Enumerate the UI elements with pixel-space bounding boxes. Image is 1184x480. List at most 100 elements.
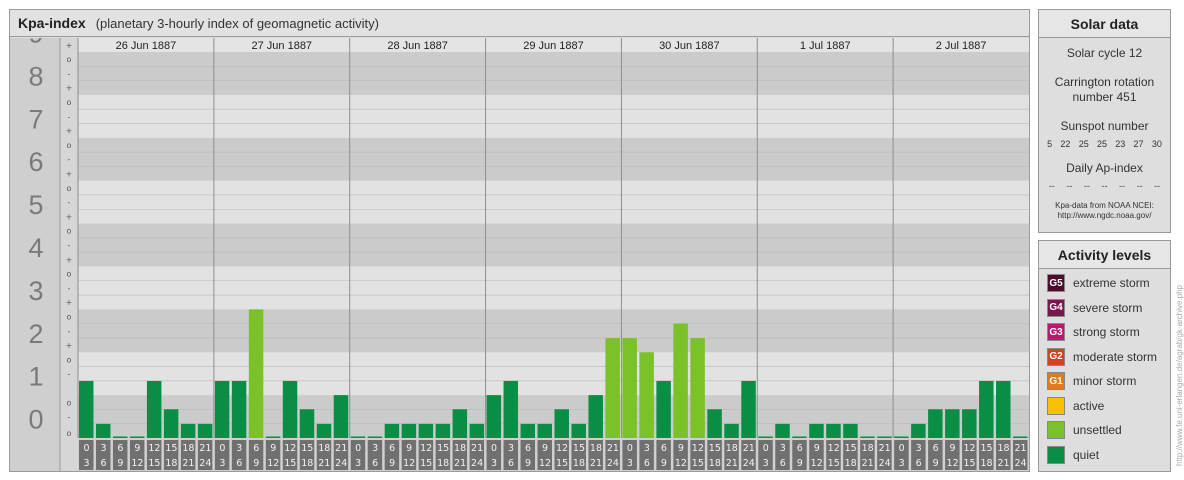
kp-bar: [605, 338, 620, 438]
kp-bar: [673, 323, 688, 438]
hour-tick-label: 3: [899, 458, 905, 469]
kp-bar: [350, 436, 366, 438]
thirds-tick-label: +: [66, 255, 73, 264]
hour-tick-label: 24: [471, 458, 483, 469]
thirds-tick-label: -: [68, 112, 71, 121]
hour-tick-label: 15: [437, 443, 449, 454]
kp-bar: [486, 395, 502, 438]
kp-bar: [367, 436, 383, 438]
ap-value: --: [1119, 181, 1126, 191]
level-swatch-icon: G5: [1047, 274, 1065, 293]
activity-levels-heading: Activity levels: [1039, 241, 1170, 269]
kp-bar: [469, 423, 485, 438]
legend-label: extreme storm: [1073, 276, 1150, 291]
hour-tick-label: 3: [763, 458, 769, 469]
hour-tick-label: 18: [318, 443, 330, 454]
hour-tick-label: 15: [692, 458, 704, 469]
hour-tick-label: 21: [199, 443, 211, 454]
kp-bar: [333, 395, 349, 438]
thirds-tick-label: -: [68, 370, 71, 379]
legend-label: moderate storm: [1073, 349, 1158, 364]
hour-tick-label: 9: [950, 443, 956, 454]
hour-tick-label: 21: [1014, 443, 1026, 454]
hour-tick-label: 9: [270, 443, 276, 454]
hour-tick-label: 6: [100, 458, 106, 469]
hour-tick-label: 15: [420, 458, 432, 469]
kp-bar: [197, 423, 213, 438]
kp-bar: [452, 409, 468, 438]
hour-tick-label: 15: [828, 458, 840, 469]
level-band: [78, 137, 1029, 181]
kp-bar: [809, 423, 824, 438]
thirds-tick-label: -: [68, 155, 71, 164]
source-watermark: http://www.fe.uni-erlangen.de/agrab/gk-a…: [1175, 285, 1184, 466]
chart-title-bar: Kpa-index (planetary 3-hourly index of g…: [10, 10, 1029, 37]
kp-bar: [214, 380, 230, 438]
hour-tick-label: 15: [980, 443, 992, 454]
legend-label: unsettled: [1073, 423, 1122, 438]
legend-item: G2 moderate storm: [1039, 345, 1170, 370]
hour-tick-label: 21: [182, 458, 194, 469]
level-swatch-icon: [1047, 421, 1065, 440]
daily-ap-values: -- -- -- -- -- -- --: [1039, 181, 1170, 191]
y-tick-label: 9: [28, 38, 43, 49]
hour-tick-label: 0: [899, 443, 905, 454]
sunspot-value: 22: [1060, 139, 1071, 149]
hour-tick-label: 0: [491, 443, 497, 454]
thirds-tick-label: o: [67, 184, 72, 193]
kp-bar: [724, 423, 739, 438]
y-tick-label: 0: [28, 405, 43, 435]
hour-tick-label: 12: [556, 443, 568, 454]
date-label: 26 Jun 1887: [116, 40, 177, 52]
kp-bar: [945, 409, 960, 438]
hour-tick-label: 12: [692, 443, 704, 454]
kp-bar: [299, 409, 315, 438]
hour-tick-label: 18: [726, 443, 738, 454]
kp-bar: [316, 423, 332, 438]
activity-levels-panel: Activity levels G5 extreme storm G4 seve…: [1038, 240, 1171, 472]
hour-tick-label: 9: [253, 458, 259, 469]
level-swatch-icon: [1047, 396, 1065, 415]
hour-tick-label: 15: [573, 443, 585, 454]
kp-bar: [384, 423, 400, 438]
hour-tick-label: 18: [980, 458, 992, 469]
date-label: 30 Jun 1887: [659, 40, 720, 52]
date-label: 1 Jul 1887: [800, 40, 851, 52]
chart-subtitle: (planetary 3-hourly index of geomagnetic…: [95, 15, 379, 31]
kp-bar: [826, 423, 841, 438]
hour-tick-label: 3: [219, 458, 225, 469]
hour-tick-label: 0: [627, 443, 633, 454]
thirds-tick-label: -: [68, 241, 71, 250]
thirds-tick-label: o: [67, 270, 72, 279]
kp-bar: [1013, 436, 1028, 438]
hour-tick-label: 21: [335, 443, 347, 454]
level-band: [78, 266, 1029, 310]
hour-tick-label: 9: [661, 458, 667, 469]
legend-label: quiet: [1073, 447, 1100, 462]
hour-tick-label: 9: [525, 458, 531, 469]
hour-tick-label: 12: [267, 458, 279, 469]
thirds-tick-label: +: [66, 298, 73, 307]
kp-bar: [418, 423, 434, 438]
hour-tick-label: 3: [372, 443, 378, 454]
sunspot-value: 23: [1115, 139, 1126, 149]
kp-bar: [860, 436, 875, 438]
hour-tick-label: 18: [165, 458, 177, 469]
hour-tick-label: 12: [675, 458, 687, 469]
hour-tick-label: 6: [916, 458, 922, 469]
hour-tick-label: 6: [117, 443, 123, 454]
thirds-tick-label: o: [67, 227, 72, 236]
hour-tick-label: 3: [491, 458, 497, 469]
level-swatch-icon: G2: [1047, 347, 1065, 366]
y-tick-label: 2: [28, 319, 43, 349]
hour-tick-label: 24: [335, 458, 347, 469]
hour-tick-label: 9: [933, 458, 939, 469]
date-label: 2 Jul 1887: [936, 40, 987, 52]
kp-bar: [248, 309, 264, 438]
hour-tick-label: 0: [763, 443, 769, 454]
kpa-chart-panel: Kpa-index (planetary 3-hourly index of g…: [9, 9, 1030, 472]
legend-item: active: [1039, 394, 1170, 419]
y-tick-label: 5: [28, 190, 43, 220]
hour-tick-label: 3: [355, 458, 361, 469]
hour-tick-label: 18: [590, 443, 602, 454]
